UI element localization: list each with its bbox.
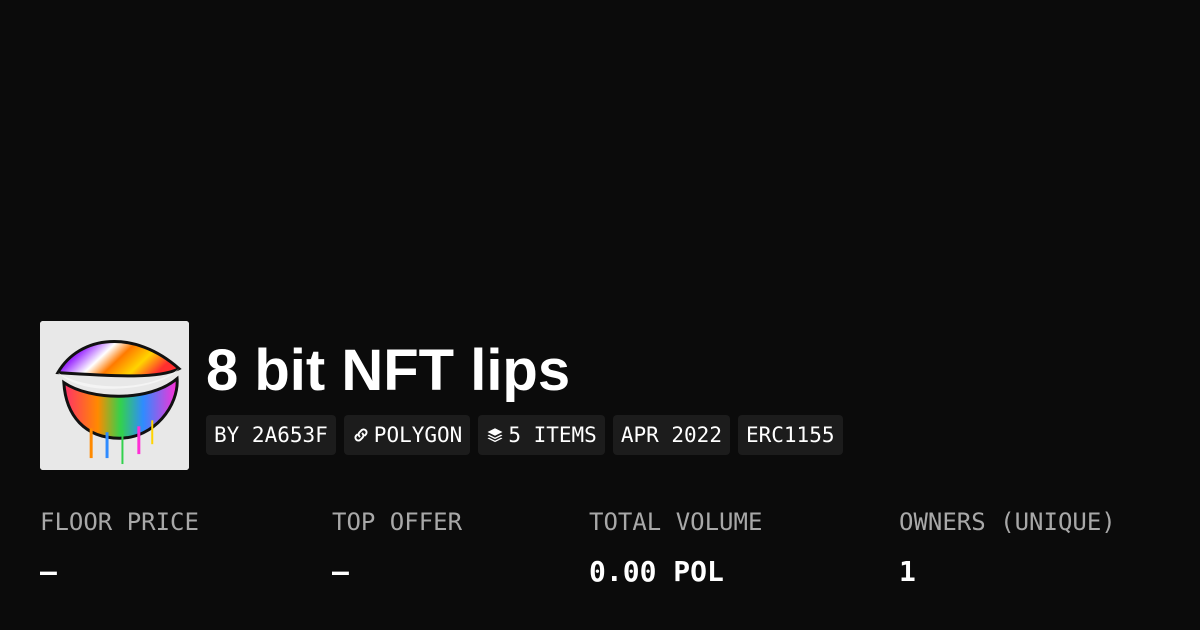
owners-label: OWNERS (UNIQUE)	[899, 508, 1116, 536]
date-chip: APR 2022	[612, 415, 730, 455]
top-offer-stat: TOP OFFER –	[332, 506, 462, 588]
owners-stat: OWNERS (UNIQUE) 1	[899, 506, 1116, 588]
total-volume-value: 0.00 POL	[589, 555, 724, 588]
floor-price-label: FLOOR PRICE	[40, 508, 199, 536]
top-offer-value: –	[332, 555, 349, 588]
items-label: 5 ITEMS	[508, 423, 597, 447]
standard-label: ERC1155	[745, 423, 835, 447]
collection-title: 8 bit NFT lips	[206, 338, 571, 403]
items-chip[interactable]: 5 ITEMS	[478, 415, 605, 455]
floor-price-value: –	[40, 555, 57, 588]
date-label: APR 2022	[620, 423, 722, 447]
top-offer-label: TOP OFFER	[332, 508, 463, 536]
floor-price-stat: FLOOR PRICE –	[40, 506, 199, 588]
chain-label: POLYGON	[373, 423, 463, 447]
lips-artwork-thumbnail	[40, 321, 189, 470]
creator-label: BY 2A653F	[214, 423, 328, 447]
owners-value: 1	[899, 555, 916, 588]
link-icon	[352, 426, 370, 444]
collection-image	[40, 321, 189, 470]
standard-chip: ERC1155	[737, 415, 843, 455]
layers-icon	[486, 426, 504, 444]
chain-chip[interactable]: POLYGON	[343, 415, 471, 455]
creator-chip[interactable]: BY 2A653F	[206, 415, 336, 455]
total-volume-label: TOTAL VOLUME	[589, 508, 763, 536]
collection-info-chips: BY 2A653F POLYGON 5 ITEMS APR 2022 ERC11…	[206, 415, 843, 455]
total-volume-stat: TOTAL VOLUME 0.00 POL	[589, 506, 762, 588]
